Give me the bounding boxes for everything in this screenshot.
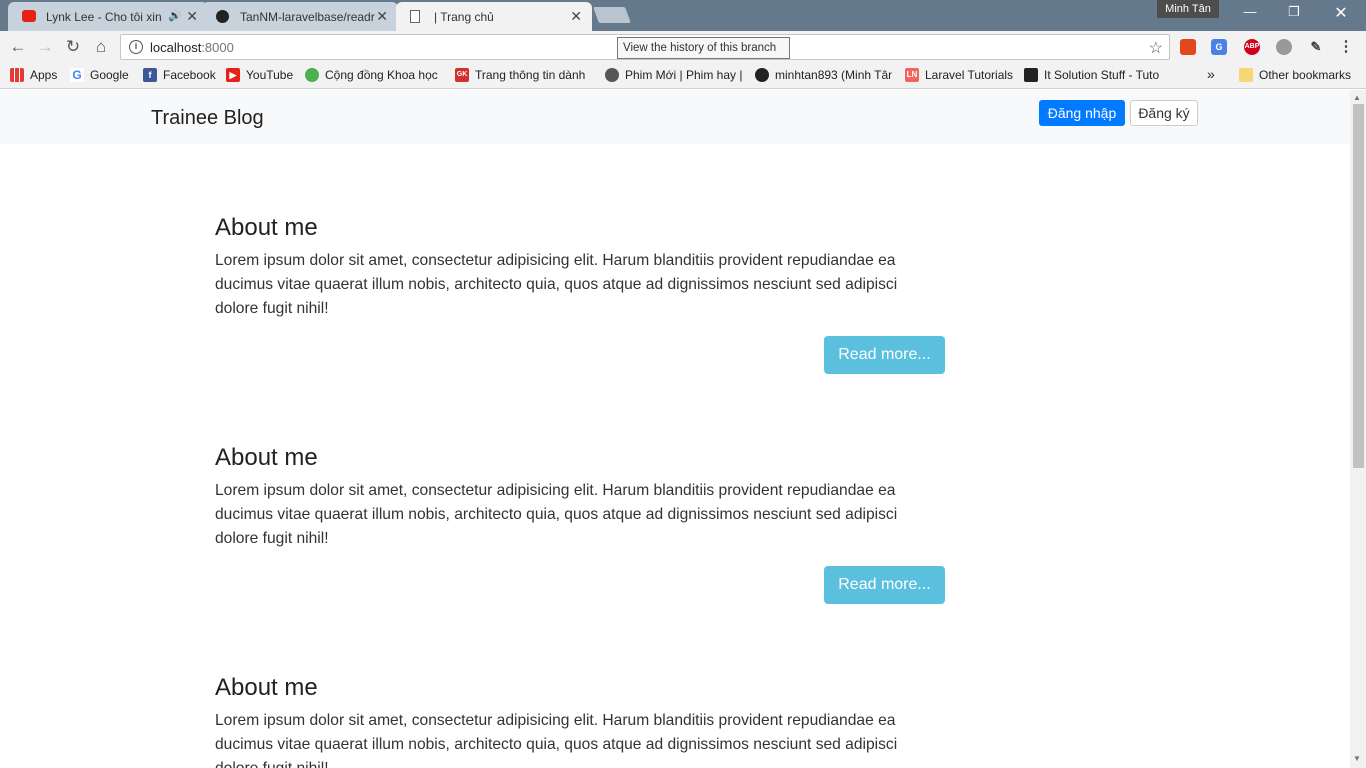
bookmark-label: Apps <box>30 68 58 82</box>
bookmark-phim-moi[interactable]: Phim Mới | Phim hay | <box>605 68 742 82</box>
address-url: localhost:8000 <box>150 40 234 55</box>
bookmarks-overflow-icon[interactable]: » <box>1207 66 1215 82</box>
scroll-down-icon[interactable]: ▼ <box>1353 754 1361 763</box>
bookmark-label: Trang thông tin dành <box>475 68 586 82</box>
google-icon: G <box>70 68 84 82</box>
window-close-icon[interactable]: ✕ <box>1318 3 1364 23</box>
bookmark-label: Facebook <box>163 68 216 82</box>
bookmark-label: Google <box>90 68 129 82</box>
restore-icon[interactable]: ❐ <box>1271 4 1317 20</box>
site-navbar: Trainee Blog Đăng nhập Đăng ký <box>0 90 1350 144</box>
tab-youtube[interactable]: Lynk Lee - Cho tôi xin 🔊 ✕ <box>8 2 208 31</box>
home-icon[interactable]: ⌂ <box>90 37 112 57</box>
read-more-button[interactable]: Read more... <box>824 566 945 604</box>
bookmark-label: Phim Mới | Phim hay | <box>625 68 742 82</box>
facebook-icon: f <box>143 68 157 82</box>
post-title: About me <box>215 444 318 471</box>
minimize-icon[interactable]: — <box>1227 4 1273 19</box>
bookmark-label: Cộng đồng Khoa học <box>325 68 438 82</box>
close-icon[interactable]: ✕ <box>570 8 582 25</box>
bookmark-label: Laravel Tutorials <box>925 68 1014 82</box>
tab-title: | Trang chủ <box>434 9 494 24</box>
bookmark-label: YouTube <box>246 68 294 82</box>
its-icon <box>1024 68 1038 82</box>
profile-button[interactable]: Minh Tân <box>1157 0 1219 18</box>
tooltip: View the history of this branch <box>617 37 790 59</box>
tab-strip: Lynk Lee - Cho tôi xin 🔊 ✕ TanNM-laravel… <box>0 0 1366 31</box>
back-icon[interactable]: ← <box>7 37 29 57</box>
scroll-up-icon[interactable]: ▲ <box>1353 93 1361 102</box>
extension-icon[interactable] <box>1276 39 1292 55</box>
reload-icon[interactable]: ↻ <box>62 37 84 57</box>
folder-icon <box>1239 68 1253 82</box>
register-button[interactable]: Đăng ký <box>1130 100 1198 126</box>
post-card: About me Lorem ipsum dolor sit amet, con… <box>215 444 945 604</box>
bookmark-google[interactable]: G Google <box>70 68 129 82</box>
new-tab-button[interactable] <box>593 7 631 23</box>
youtube-icon <box>22 10 36 22</box>
ln-icon: LN <box>905 68 919 82</box>
github-icon <box>216 10 229 23</box>
bookmark-it-solution[interactable]: It Solution Stuff - Tuto <box>1024 68 1164 82</box>
page-icon <box>410 10 420 23</box>
github-icon <box>755 68 769 82</box>
apps-grid-icon <box>10 68 24 82</box>
bookmark-label: It Solution Stuff - Tuto <box>1044 68 1160 82</box>
bookmark-apps[interactable]: Apps <box>10 68 57 82</box>
bookmark-cong-dong[interactable]: Cộng đồng Khoa học <box>305 68 440 82</box>
film-reel-icon <box>605 68 619 82</box>
adblock-icon[interactable]: ABP <box>1244 39 1260 55</box>
bookmarks-bar: Apps G Google f Facebook ▶ YouTube Cộng đồn… <box>0 63 1366 89</box>
scrollbar[interactable]: ▲ ▼ <box>1350 90 1366 768</box>
tab-title: TanNM-laravelbase/readr <box>240 9 375 24</box>
page-viewport: Trainee Blog Đăng nhập Đăng ký About me … <box>0 90 1350 768</box>
bookmark-star-icon[interactable]: ☆ <box>1149 38 1163 58</box>
bookmark-trang-thong-tin[interactable]: GK Trang thông tin dành <box>455 68 590 82</box>
bookmark-other[interactable]: Other bookmarks <box>1239 68 1351 82</box>
post-card: About me Lorem ipsum dolor sit amet, con… <box>215 674 945 768</box>
bookmark-youtube[interactable]: ▶ YouTube <box>226 68 293 82</box>
bookmark-facebook[interactable]: f Facebook <box>143 68 216 82</box>
speaker-icon[interactable]: 🔊 <box>168 9 182 22</box>
post-title: About me <box>215 214 318 241</box>
close-icon[interactable]: ✕ <box>186 8 198 25</box>
post-card: About me Lorem ipsum dolor sit amet, con… <box>215 214 945 374</box>
gk-icon: GK <box>455 68 469 82</box>
bookmark-label: minhtan893 (Minh Tân <box>775 68 892 82</box>
post-title: About me <box>215 674 318 701</box>
tab-github[interactable]: TanNM-laravelbase/readr ✕ <box>202 2 398 31</box>
eyedropper-icon[interactable]: ✎ <box>1308 39 1324 55</box>
menu-icon[interactable]: ⋮ <box>1338 39 1354 55</box>
login-button[interactable]: Đăng nhập <box>1039 100 1125 126</box>
bookmark-laravel-tutorials[interactable]: LN Laravel Tutorials <box>905 68 1013 82</box>
translate-icon[interactable]: G <box>1211 39 1227 55</box>
site-brand[interactable]: Trainee Blog <box>151 107 264 130</box>
forward-icon[interactable]: → <box>34 37 56 57</box>
bookmark-minhtan893[interactable]: minhtan893 (Minh Tân <box>755 68 892 82</box>
info-icon[interactable]: i <box>129 40 143 54</box>
post-body: Lorem ipsum dolor sit amet, consectetur … <box>215 482 898 547</box>
tab-trang-chu[interactable]: | Trang chủ ✕ <box>396 2 592 31</box>
post-body: Lorem ipsum dolor sit amet, consectetur … <box>215 712 898 768</box>
office-icon[interactable] <box>1180 39 1196 55</box>
post-body: Lorem ipsum dolor sit amet, consectetur … <box>215 252 898 317</box>
leaf-icon <box>305 68 319 82</box>
bookmark-label: Other bookmarks <box>1259 68 1352 82</box>
scrollbar-thumb[interactable] <box>1353 104 1364 468</box>
youtube-icon: ▶ <box>226 68 240 82</box>
read-more-button[interactable]: Read more... <box>824 336 945 374</box>
close-icon[interactable]: ✕ <box>376 8 388 25</box>
